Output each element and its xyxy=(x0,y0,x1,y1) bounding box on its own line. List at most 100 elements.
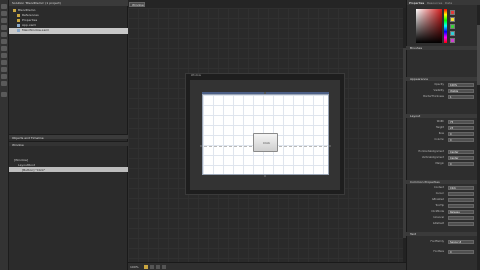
left-panel: Solution 'BlendDemo' (1 project) BlendDe… xyxy=(9,0,128,270)
color-swatch[interactable] xyxy=(450,10,455,15)
prop-row-height: Height 23 xyxy=(406,126,480,130)
prop-label: VerticalAlignment xyxy=(421,156,444,159)
object-row-label: [Button] "Click" xyxy=(22,168,46,172)
prop-value[interactable]: 75 xyxy=(448,120,474,124)
control-tool-icon[interactable] xyxy=(1,74,7,79)
direct-selection-tool-icon[interactable] xyxy=(1,11,7,16)
resize-handle-bottom[interactable] xyxy=(264,175,266,177)
appearance-title: Appearance xyxy=(410,77,429,81)
margin-guide-left xyxy=(204,146,252,147)
prop-value[interactable]: 0 xyxy=(448,132,474,136)
object-row-button[interactable]: [Button] "Click" xyxy=(9,167,128,172)
prop-value[interactable]: Click xyxy=(448,186,474,190)
prop-label: Column xyxy=(434,138,444,141)
tree-item-label: MainWindow.xaml xyxy=(22,28,50,32)
project-icon xyxy=(13,9,16,12)
tab-data[interactable]: Data xyxy=(445,1,452,5)
prop-row-opacity: Opacity 100% xyxy=(406,83,480,87)
objects-timeline-title: Objects and Timeline xyxy=(12,136,44,140)
resize-handle-top[interactable] xyxy=(264,92,266,94)
rectangle-tool-icon[interactable] xyxy=(1,53,7,58)
prop-value[interactable]: 100% xyxy=(448,83,474,87)
prop-label: Width xyxy=(436,120,444,123)
brushes-header[interactable]: Brushes xyxy=(406,46,477,50)
prop-row-fontsize: FontSize 9 xyxy=(406,250,480,254)
zoom-tool-icon[interactable] xyxy=(1,25,7,30)
color-swatch[interactable] xyxy=(450,38,455,43)
tree-item-properties[interactable]: Properties xyxy=(9,18,128,22)
tools-panel xyxy=(0,0,9,270)
more-assets-icon[interactable] xyxy=(1,92,7,97)
prop-label: BorderThickness xyxy=(423,95,444,98)
prop-row-row: Row 0 xyxy=(406,132,480,136)
prop-row-horizontalalignment: HorizontalAlignment Center xyxy=(406,150,480,154)
selection-tool-icon[interactable] xyxy=(1,4,7,9)
layout-panel-tool-icon[interactable] xyxy=(1,60,7,65)
tree-item-references[interactable]: References xyxy=(9,13,128,17)
appearance-header[interactable]: Appearance xyxy=(406,77,477,81)
folder-icon xyxy=(17,19,20,22)
color-swatch[interactable] xyxy=(450,31,455,36)
common-properties-title: Common Properties xyxy=(410,180,440,184)
objects-scope-bar: Window xyxy=(9,141,128,147)
paint-bucket-tool-icon[interactable] xyxy=(1,39,7,44)
prop-row-content: Content Click xyxy=(406,186,480,190)
pan-tool-icon[interactable] xyxy=(1,18,7,23)
tab-properties[interactable]: Properties xyxy=(409,1,424,5)
prop-value[interactable]: Center xyxy=(448,150,474,154)
prop-label: Visibility xyxy=(433,89,444,92)
tree-item-app-xaml[interactable]: App.xaml xyxy=(9,23,128,27)
prop-value[interactable] xyxy=(448,216,474,220)
button-click[interactable]: Click xyxy=(253,133,278,152)
prop-value[interactable]: 9 xyxy=(448,250,474,254)
prop-value[interactable]: 23 xyxy=(448,126,474,130)
pen-tool-icon[interactable] xyxy=(1,46,7,51)
prop-value[interactable] xyxy=(448,192,474,196)
resize-handle-left[interactable] xyxy=(200,145,202,147)
tab-resources[interactable]: Resources xyxy=(427,1,442,5)
tree-item-mainwindow-xaml[interactable]: MainWindow.xaml xyxy=(9,28,128,34)
prop-label: ClickMode xyxy=(431,210,444,213)
tree-item-label: Properties xyxy=(22,18,38,22)
tree-item-label: BlendDemo xyxy=(18,8,36,12)
eyedropper-tool-icon[interactable] xyxy=(1,32,7,37)
prop-label: IsEnabled xyxy=(431,198,444,201)
color-swatch[interactable] xyxy=(450,17,455,22)
snap-grid-icon[interactable] xyxy=(156,265,160,269)
objects-scope-label: Window xyxy=(12,143,24,147)
zoom-level[interactable]: 100% xyxy=(130,265,139,269)
prop-value[interactable]: Segoe UI xyxy=(448,240,474,244)
hue-slider[interactable] xyxy=(444,9,447,43)
objects-timeline-header[interactable]: Objects and Timeline xyxy=(9,134,128,140)
text-tool-icon[interactable] xyxy=(1,67,7,72)
prop-value[interactable] xyxy=(448,198,474,202)
tree-item-project[interactable]: BlendDemo xyxy=(9,8,128,12)
document-tab-window[interactable]: Window xyxy=(129,2,145,7)
prop-row-width: Width 75 xyxy=(406,120,480,124)
grid-toggle-icon[interactable] xyxy=(150,265,154,269)
prop-label: Margin xyxy=(435,162,444,165)
color-picker-field[interactable] xyxy=(416,9,442,43)
common-properties-header[interactable]: Common Properties xyxy=(406,180,477,184)
prop-label: Height xyxy=(435,126,444,129)
prop-label: HorizontalAlignment xyxy=(418,150,444,153)
prop-row-verticalalignment: VerticalAlignment Center xyxy=(406,156,480,160)
assets-tool-icon[interactable] xyxy=(1,81,7,86)
effects-toggle-icon[interactable] xyxy=(144,265,148,269)
prop-value[interactable]: Release xyxy=(448,210,474,214)
text-header[interactable]: Text xyxy=(406,232,477,236)
prop-value[interactable]: 0 xyxy=(448,138,474,142)
artboard-status-bar: 100% xyxy=(128,262,406,270)
layout-header[interactable]: Layout xyxy=(406,114,477,118)
prop-value[interactable] xyxy=(448,204,474,208)
prop-value[interactable]: 1 xyxy=(448,95,474,99)
prop-value[interactable]: Visible xyxy=(448,89,474,93)
prop-value[interactable]: Center xyxy=(448,156,474,160)
prop-value[interactable]: 0 xyxy=(448,162,474,166)
prop-label: Opacity xyxy=(434,83,444,86)
resize-handle-right[interactable] xyxy=(329,145,331,147)
color-swatch[interactable] xyxy=(450,24,455,29)
snap-lines-icon[interactable] xyxy=(162,265,166,269)
prop-value[interactable] xyxy=(448,222,474,226)
button-click-label: Click xyxy=(263,141,271,145)
